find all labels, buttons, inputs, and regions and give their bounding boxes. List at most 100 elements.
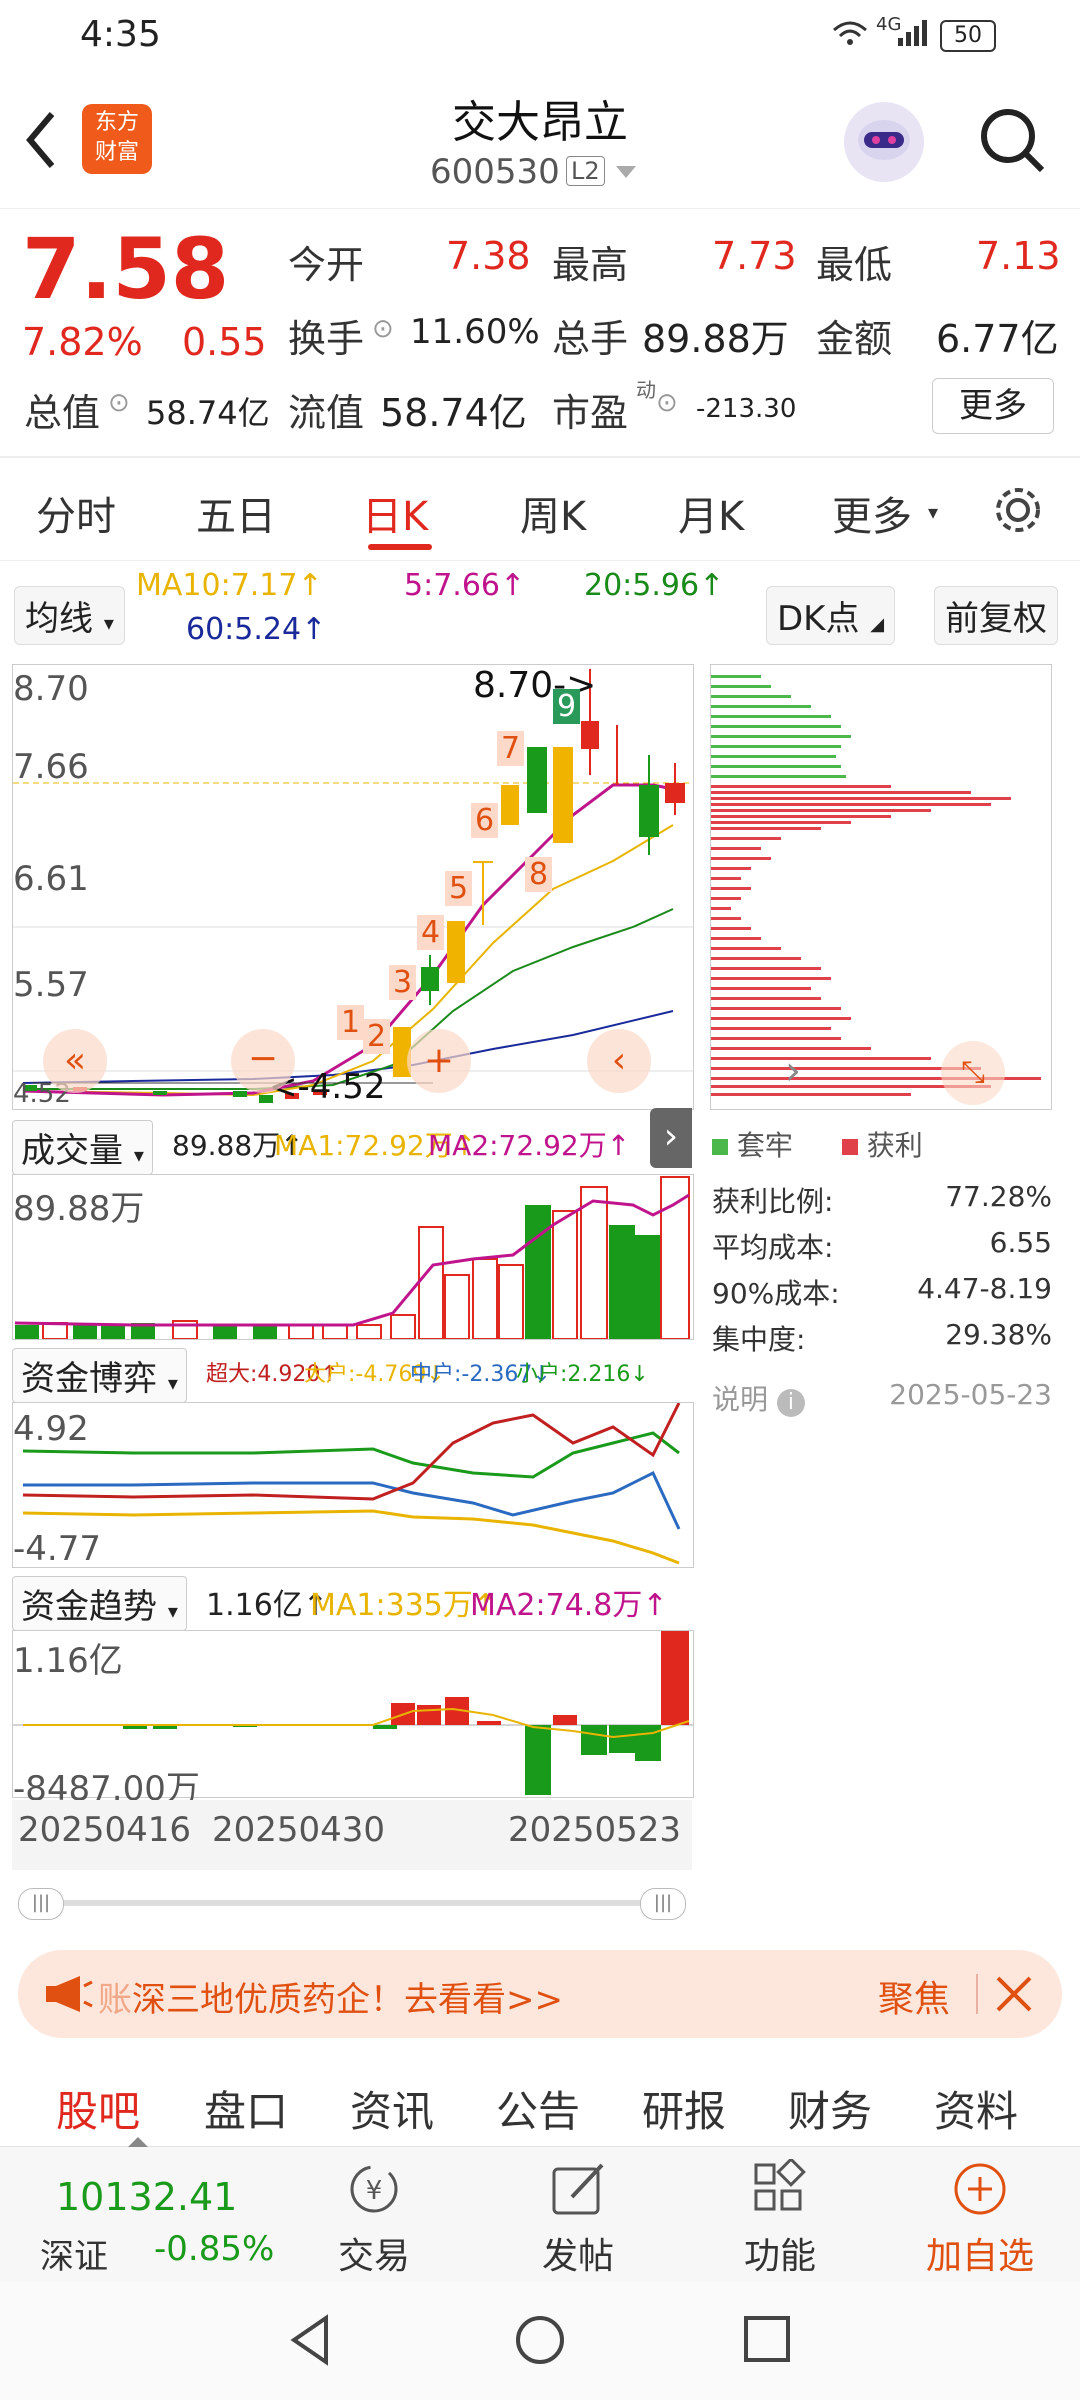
stat-value: 4.47-8.19 — [917, 1272, 1052, 1305]
scroll-left-fast-button[interactable]: « — [43, 1029, 107, 1093]
note-label[interactable]: 说明 — [712, 1383, 768, 1416]
mid-player-line — [23, 1470, 681, 1530]
nav-home-icon[interactable] — [510, 2310, 570, 2374]
fund-trend-ma-line — [23, 1707, 690, 1739]
high-value: 7.73 — [712, 234, 797, 278]
tab-intraday[interactable]: 分时 — [36, 484, 116, 542]
add-circle-icon — [954, 2163, 1006, 2215]
chip-prev-button[interactable]: › — [761, 1041, 825, 1105]
volume-y-top: 89.88万 — [13, 1189, 145, 1229]
divider — [0, 456, 1080, 458]
fund-trend-chart[interactable]: 1.16亿 -8487.00万 — [12, 1630, 694, 1809]
y-tick: 5.57 — [13, 965, 89, 1005]
slider-handle-left[interactable]: ||| — [18, 1888, 64, 1920]
tab-profile[interactable]: 资料 — [934, 2078, 1018, 2139]
tab-daily-k[interactable]: 日K — [362, 484, 428, 542]
dropdown-arrow-icon[interactable] — [616, 166, 636, 178]
profit-swatch — [841, 1139, 858, 1155]
fund-game-header: 资金博弈 ▾ 超大:4.920↑ 大户:-4.769↓ 中户:-2.367↓ 小… — [12, 1346, 692, 1403]
expand-up-icon[interactable] — [128, 2137, 148, 2147]
fund-game-y-bottom: -4.77 — [13, 1529, 101, 1569]
fund-game-chart[interactable]: 4.92 -4.77 — [12, 1402, 694, 1569]
small-value: 小户:2.216↓ — [516, 1362, 649, 1387]
function-button[interactable]: 功能 — [730, 2155, 830, 2277]
tab-research[interactable]: 研报 — [642, 2078, 726, 2139]
chip-legend: 套牢 获利 — [712, 1124, 923, 1164]
divider — [976, 1974, 978, 2014]
settings-gear-icon[interactable] — [990, 482, 1046, 542]
date-label: 20250523 — [508, 1810, 682, 1850]
ma10-value: MA10:7.17↑ — [136, 568, 323, 603]
tab-weekly-k[interactable]: 周K — [520, 484, 586, 542]
expand-icon[interactable]: ⤡ — [941, 1041, 1005, 1105]
search-icon[interactable] — [976, 104, 1048, 180]
slider-handle-right[interactable]: ||| — [640, 1888, 686, 1920]
kline-chart[interactable]: 8.70 7.66 6.61 5.57 4.52 8.70-> <-4.52 1… — [12, 664, 694, 1110]
close-icon[interactable] — [994, 1974, 1034, 2018]
zoom-in-button[interactable]: + — [407, 1029, 471, 1093]
low-label: 最低 — [816, 243, 893, 287]
ma-type-select[interactable]: 均线 ▾ — [14, 586, 125, 645]
info-icon[interactable]: ⊙ — [656, 388, 678, 418]
trapped-swatch — [712, 1139, 728, 1155]
banner-text-fade: 账 — [98, 1980, 132, 2020]
stock-code: 600530 — [430, 152, 560, 192]
total-value: 58.74亿 — [146, 394, 270, 432]
stat-label: 集中度: — [712, 1323, 806, 1356]
volume-indicator-select[interactable]: 成交量 ▾ — [12, 1120, 153, 1175]
tab-announcements[interactable]: 公告 — [496, 2078, 580, 2139]
trapped-bars — [711, 675, 851, 778]
low-value: 7.13 — [976, 234, 1061, 278]
change-abs: 0.55 — [182, 320, 267, 364]
tab-news[interactable]: 资讯 — [350, 2078, 434, 2139]
date-axis: 20250416 20250430 20250523 — [12, 1800, 692, 1870]
turnover-value: 11.60% — [410, 312, 540, 352]
fund-trend-label: 资金趋势 — [21, 1587, 157, 1627]
info-icon[interactable]: i — [776, 1389, 805, 1417]
scroll-left-button[interactable]: ‹ — [587, 1029, 651, 1093]
chevron-down-icon: ▾ — [928, 500, 939, 524]
tab-pankou[interactable]: 盘口 — [204, 2078, 288, 2139]
chip-stat-row: 平均成本: 6.55 — [712, 1226, 1052, 1272]
level2-badge[interactable]: L2 — [566, 156, 605, 186]
stock-header: 东方 财富 交大昂立 600530 L2 — [0, 72, 1080, 209]
post-button[interactable]: 发帖 — [528, 2155, 628, 2277]
tab-five-day[interactable]: 五日 — [196, 484, 276, 542]
dk-point-select[interactable]: DK点 ◢ — [766, 586, 896, 645]
index-name: 深证 — [40, 2237, 108, 2277]
more-button[interactable]: 更多 — [932, 378, 1054, 434]
tab-monthly-k[interactable]: 月K — [678, 484, 744, 542]
tab-guba[interactable]: 股吧 — [56, 2078, 140, 2139]
nav-recents-icon[interactable] — [740, 2312, 796, 2372]
edit-icon — [552, 2163, 604, 2215]
fund-game-select[interactable]: 资金博弈 ▾ — [12, 1348, 187, 1403]
index-value[interactable]: 10132.41 — [56, 2175, 237, 2219]
trade-button[interactable]: ¥ 交易 — [324, 2155, 424, 2277]
collapse-panel-button[interactable]: › — [650, 1108, 692, 1168]
promo-banner[interactable]: 账 深三地优质药企！去看看>> 聚焦 — [18, 1950, 1062, 2038]
info-icon[interactable]: ⊙ — [372, 314, 394, 344]
tab-more[interactable]: 更多 — [832, 484, 912, 542]
fund-game-y-top: 4.92 — [13, 1409, 89, 1449]
chip-distribution-chart[interactable]: › ⤡ — [710, 664, 1052, 1110]
zoom-out-button[interactable]: − — [231, 1029, 295, 1093]
info-icon[interactable]: ⊙ — [108, 388, 130, 418]
fund-trend-select[interactable]: 资金趋势 ▾ — [12, 1576, 187, 1631]
y-tick-max: 8.70 — [13, 669, 89, 709]
assistant-robot-icon[interactable] — [844, 102, 924, 182]
volume-value: 89.88万 — [642, 317, 789, 361]
ma20-value: 20:5.96↑ — [584, 568, 725, 603]
ma20-line — [23, 908, 674, 1090]
adjust-select[interactable]: 前复权 — [934, 586, 1058, 645]
content-tabs: 股吧 盘口 资讯 公告 研报 财务 资料 — [0, 2064, 1080, 2144]
slider-track — [32, 1900, 672, 1906]
triangle-down-icon: ▾ — [133, 1143, 144, 1167]
turnover-label: 换手 — [288, 317, 365, 361]
tab-finance[interactable]: 财务 — [788, 2078, 872, 2139]
total-value-label: 总值 — [24, 391, 101, 435]
nav-back-icon[interactable] — [282, 2310, 342, 2374]
dk-label: DK点 — [777, 599, 860, 639]
add-watchlist-button[interactable]: 加自选 — [916, 2155, 1046, 2277]
range-slider[interactable]: ||| ||| — [12, 1884, 692, 1924]
volume-chart[interactable]: 89.88万 — [12, 1174, 694, 1340]
